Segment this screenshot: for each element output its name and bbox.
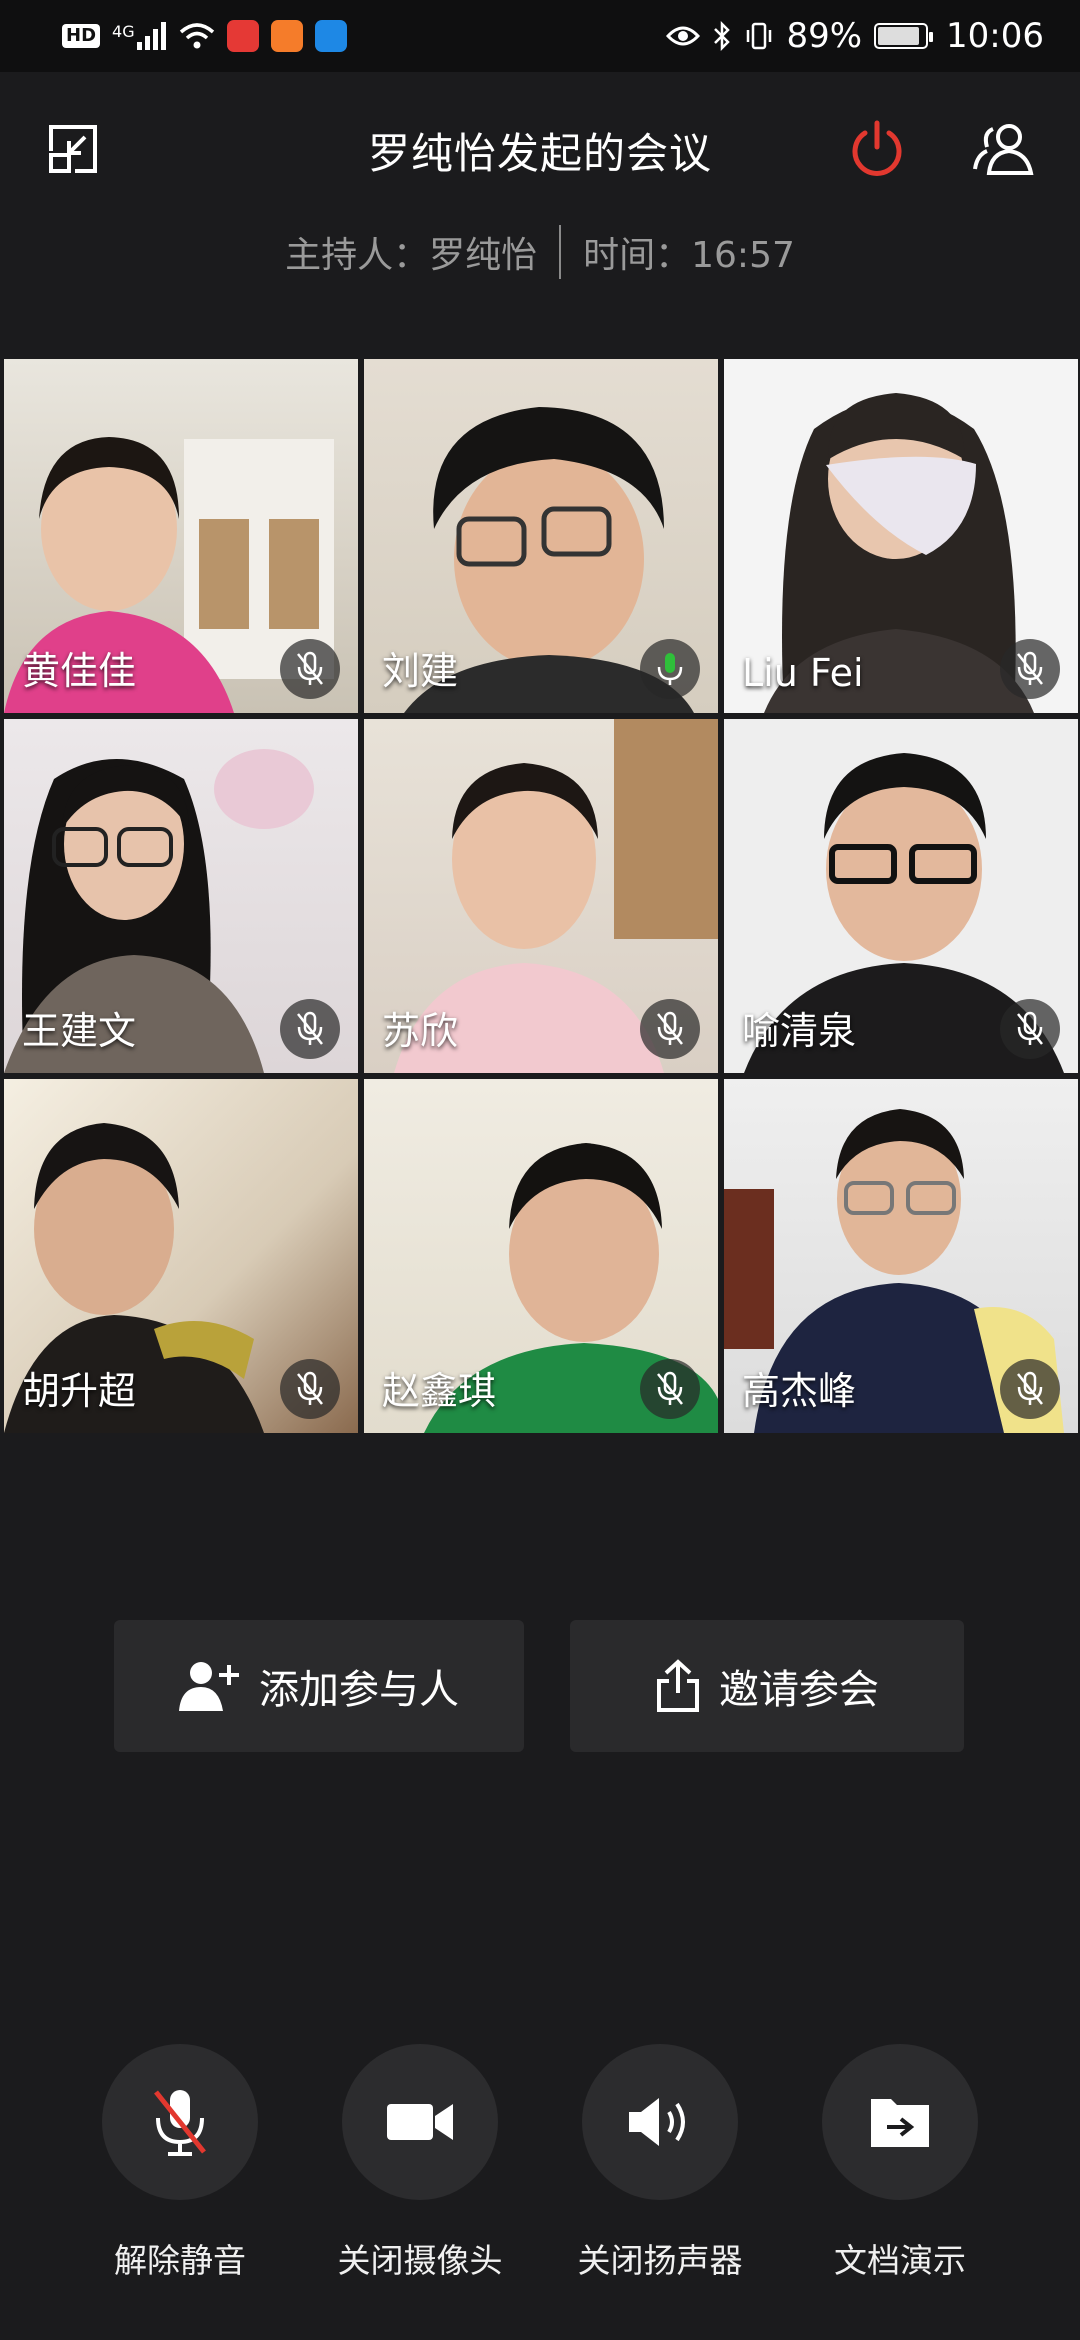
mic-speaking-icon <box>657 653 683 685</box>
video-app-icon <box>226 20 259 52</box>
mic-status <box>280 999 340 1059</box>
doc-share-control[interactable]: 文档演示 <box>800 2044 1000 2282</box>
video-tile[interactable]: 胡升超 <box>4 1079 358 1433</box>
hd-badge: HD <box>62 24 101 48</box>
video-tile[interactable]: 刘建 <box>364 359 718 713</box>
video-tile[interactable]: 喻清泉 <box>724 719 1078 1073</box>
speaker-off-label: 关闭扬声器 <box>577 2241 743 2280</box>
mic-status <box>1000 999 1060 1059</box>
share-icon <box>657 1659 699 1712</box>
vibrate-icon <box>747 22 772 50</box>
camera-off-label: 关闭摄像头 <box>337 2241 503 2280</box>
participant-name: 赵鑫琪 <box>382 1369 497 1413</box>
mic-muted-icon <box>657 1011 683 1045</box>
mic-status <box>280 1359 340 1419</box>
invite-button[interactable]: 邀请参会 <box>570 1620 964 1752</box>
participant-name: 黄佳佳 <box>22 649 137 693</box>
meeting-title: 罗纯怡发起的会议 <box>367 129 712 178</box>
app-icon-blue <box>314 20 347 52</box>
clock: 10:06 <box>946 16 1044 56</box>
speaker-control[interactable]: 关闭扬声器 <box>560 2044 760 2282</box>
meeting-time: 时间：16:57 <box>583 235 795 276</box>
battery-percent: 89% <box>786 16 863 56</box>
status-bar: HD 4G 89% 10:06 <box>0 0 1080 72</box>
mic-status <box>640 1359 700 1419</box>
video-tile[interactable]: 苏欣 <box>364 719 718 1073</box>
doc-share-label: 文档演示 <box>834 2241 966 2280</box>
participant-name: 刘建 <box>382 649 459 693</box>
participant-name: 胡升超 <box>22 1369 137 1413</box>
bluetooth-icon <box>714 21 731 51</box>
participant-name: 高杰峰 <box>742 1369 857 1413</box>
power-icon <box>852 120 902 176</box>
video-tile[interactable]: 王建文 <box>4 719 358 1073</box>
camera-off-button[interactable] <box>342 2044 498 2200</box>
invite-label: 邀请参会 <box>719 1667 879 1713</box>
speaker-off-button[interactable] <box>582 2044 738 2200</box>
meeting-header: 罗纯怡发起的会议 <box>0 72 1080 222</box>
video-grid: 黄佳佳 刘建 Liu Fei 王建文 苏欣 喻清泉 胡升超 赵鑫琪 高杰峰 <box>4 359 1078 1435</box>
video-tile[interactable]: 赵鑫琪 <box>364 1079 718 1433</box>
doc-share-button[interactable] <box>822 2044 978 2200</box>
host-label: 主持人：罗纯怡 <box>285 235 538 276</box>
mic-muted-icon <box>1017 1371 1043 1405</box>
unmute-button[interactable] <box>102 2044 258 2200</box>
app-icon-orange <box>270 20 303 52</box>
mic-muted-icon <box>1017 651 1043 685</box>
add-participant-button[interactable]: 添加参与人 <box>114 1620 524 1752</box>
eye-icon <box>666 26 701 46</box>
video-camera-icon <box>387 2104 453 2140</box>
add-user-icon <box>179 1662 239 1711</box>
video-tile[interactable]: Liu Fei <box>724 359 1078 713</box>
mic-muted-icon <box>657 1371 683 1405</box>
video-tile[interactable]: 高杰峰 <box>724 1079 1078 1433</box>
mic-muted-icon <box>297 1011 323 1045</box>
mic-status <box>640 639 700 699</box>
folder-share-icon <box>871 2099 929 2147</box>
mic-off-icon <box>154 2090 206 2156</box>
wifi-icon <box>179 23 214 49</box>
participants-button[interactable] <box>968 114 1038 184</box>
participant-name: 苏欣 <box>382 1009 459 1053</box>
mic-status <box>1000 1359 1060 1419</box>
unmute-label: 解除静音 <box>114 2241 246 2280</box>
mic-status <box>640 999 700 1059</box>
add-participant-label: 添加参与人 <box>259 1667 459 1713</box>
mic-muted-icon <box>297 1371 323 1405</box>
mic-muted-icon <box>297 651 323 685</box>
speaker-icon <box>629 2098 685 2146</box>
participants-icon <box>973 124 1034 175</box>
participant-name: Liu Fei <box>742 651 864 695</box>
mic-status <box>1000 639 1060 699</box>
mic-status <box>280 639 340 699</box>
meeting-info: 主持人：罗纯怡 时间：16:57 <box>0 222 1080 282</box>
mic-muted-icon <box>1017 1011 1043 1045</box>
participant-name: 喻清泉 <box>742 1009 857 1053</box>
camera-control[interactable]: 关闭摄像头 <box>320 2044 520 2282</box>
end-meeting-button[interactable] <box>842 114 912 184</box>
unmute-control[interactable]: 解除静音 <box>80 2044 280 2282</box>
participant-name: 王建文 <box>22 1009 137 1053</box>
network-type: 4G <box>112 22 135 41</box>
info-divider <box>559 225 562 279</box>
video-tile[interactable]: 黄佳佳 <box>4 359 358 713</box>
signal-icon: 4G <box>112 22 167 50</box>
battery-icon <box>874 23 934 49</box>
